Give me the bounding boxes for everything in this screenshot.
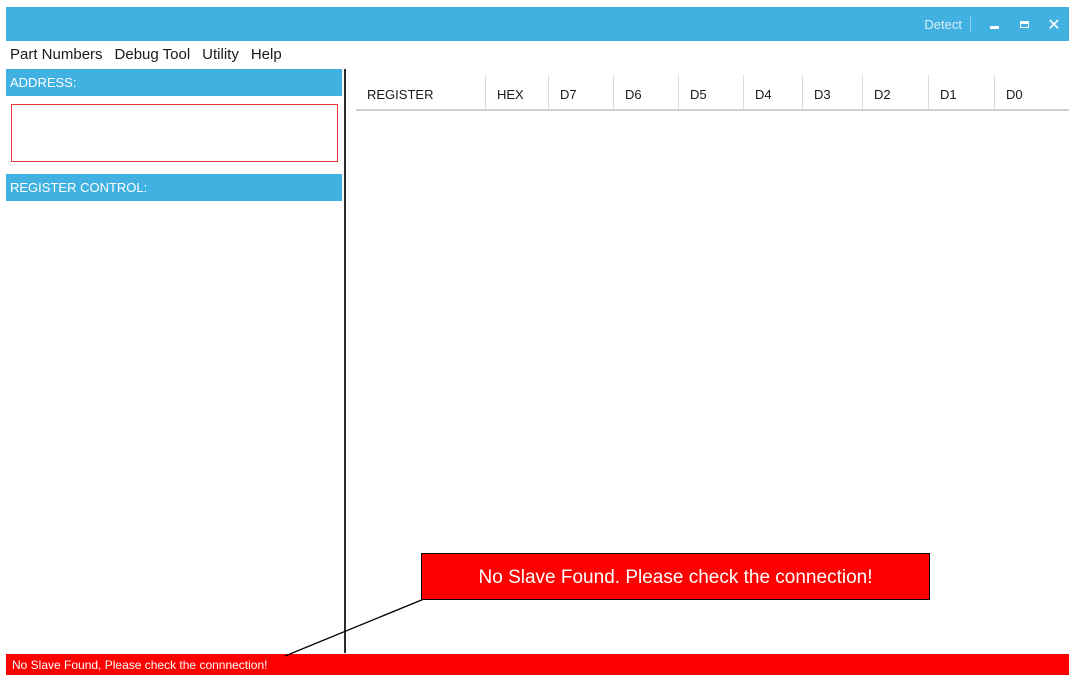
callout-annotation: No Slave Found. Please check the connect…: [421, 553, 930, 600]
